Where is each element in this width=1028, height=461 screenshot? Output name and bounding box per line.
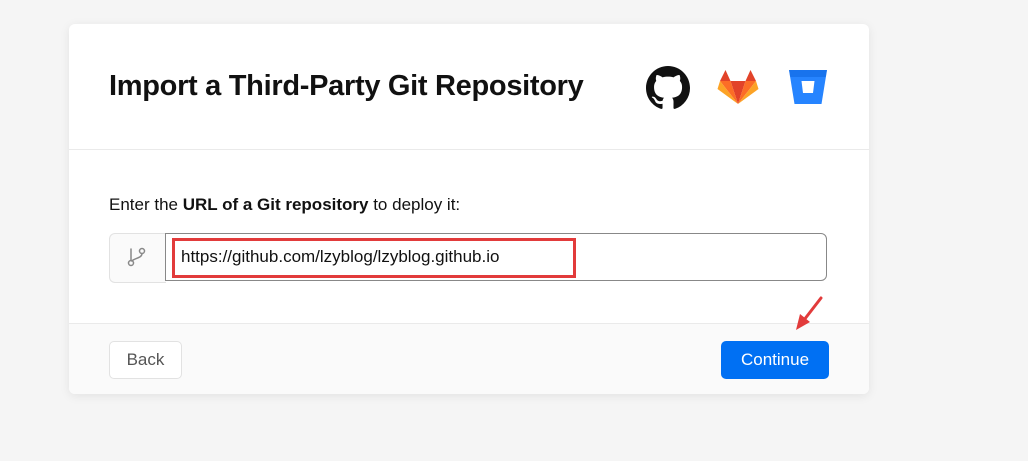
import-git-dialog: Import a Third-Party Git Repository Ente… — [69, 24, 869, 394]
repository-url-input[interactable] — [165, 233, 827, 281]
url-input-group — [109, 233, 829, 283]
dialog-footer: Back Continue — [69, 323, 869, 394]
gitlab-icon[interactable] — [716, 66, 760, 110]
github-icon[interactable] — [646, 66, 690, 110]
annotation-arrow-icon — [796, 296, 823, 330]
prompt-suffix: to deploy it: — [368, 195, 461, 214]
bitbucket-icon[interactable] — [786, 66, 830, 110]
prompt-bold: URL of a Git repository — [182, 195, 369, 214]
back-button[interactable]: Back — [109, 341, 182, 379]
continue-button[interactable]: Continue — [721, 341, 829, 379]
url-prefix — [109, 233, 166, 283]
url-prompt: Enter the URL of a Git repository to dep… — [109, 194, 460, 216]
dialog-header: Import a Third-Party Git Repository — [69, 24, 869, 150]
dialog-title: Import a Third-Party Git Repository — [109, 70, 584, 102]
prompt-prefix: Enter the — [109, 195, 183, 214]
